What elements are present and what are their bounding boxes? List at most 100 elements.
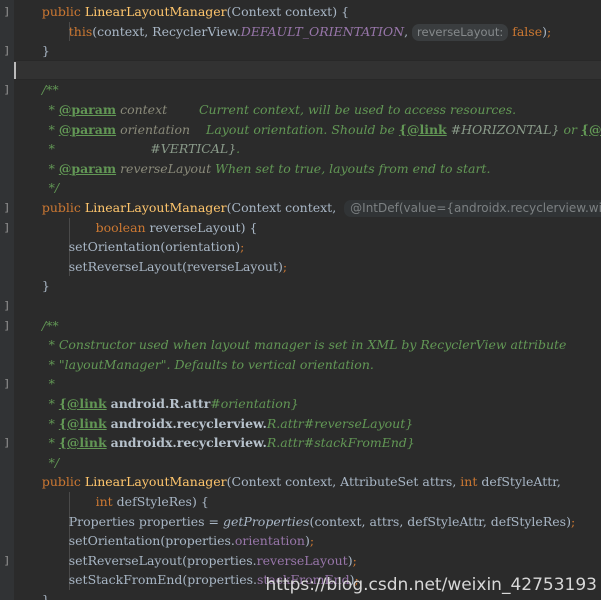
code-token: defStyleAttr [477, 474, 557, 490]
code-token: ; [570, 513, 576, 529]
code-token: } [41, 278, 50, 294]
code-token: LinearLayoutManager [84, 4, 227, 19]
code-line[interactable]: int defStyleRes) { [96, 492, 209, 512]
editor-gutter[interactable]: ]]]]]]]]]] [0, 0, 14, 600]
code-line[interactable]: setOrientation(properties.orientation); [69, 531, 314, 551]
code-token: ) [332, 4, 342, 19]
code-token: setOrientation [68, 239, 161, 255]
code-token: setReverseLayout [68, 258, 183, 274]
code-fold-marker[interactable]: ] [2, 45, 11, 56]
code-token: setStackFromEnd [68, 572, 183, 588]
code-line[interactable]: boolean reverseLayout) { [96, 218, 258, 238]
code-fold-marker[interactable]: ] [2, 555, 11, 566]
code-token: public [41, 4, 81, 19]
code-line[interactable]: public LinearLayoutManager(Context conte… [42, 2, 349, 22]
code-token: context [120, 102, 168, 117]
code-fold-marker[interactable]: ] [2, 437, 11, 448]
code-token: When set to true, layouts from end to st… [215, 160, 491, 176]
code-token: * [48, 160, 59, 176]
code-token: * Constructor used when layout manager i… [48, 337, 567, 353]
code-fold-marker[interactable]: ] [2, 84, 11, 95]
code-token: defStyleRes [112, 494, 192, 509]
code-token: ) [191, 494, 201, 509]
code-token: orientation [234, 533, 305, 549]
code-line[interactable]: * [49, 374, 55, 394]
inlay-hint[interactable]: reverseLayout: [412, 23, 509, 41]
code-token: public [41, 474, 81, 490]
code-line[interactable]: * Constructor used when layout manager i… [49, 335, 567, 355]
text-caret [14, 61, 16, 79]
code-fold-marker[interactable]: ] [2, 6, 11, 17]
code-token: reverseLayout [256, 552, 348, 568]
code-token: context, attrs, defStyleAttr, defStyleRe… [314, 513, 567, 529]
code-line[interactable]: public LinearLayoutManager(Context conte… [42, 198, 601, 218]
code-token: AttributeSet attrs [340, 474, 453, 490]
code-fold-marker[interactable]: ] [2, 300, 11, 311]
code-line[interactable]: * "layoutManager". Defaults to vertical … [49, 355, 374, 375]
code-token: ; [352, 552, 357, 568]
watermark-url: https://blog.csdn.net/weixin_42753193 [265, 575, 597, 595]
code-line[interactable]: } [42, 41, 50, 61]
code-line[interactable]: setReverseLayout(properties.reverseLayou… [69, 551, 357, 571]
code-line[interactable]: * #VERTICAL}. [49, 139, 241, 159]
code-line[interactable]: } [42, 590, 50, 600]
javadoc-tag: {@link [58, 415, 107, 431]
code-token: Context context [231, 474, 333, 490]
code-token: #orientation} [210, 396, 299, 411]
code-token: boolean [95, 219, 146, 235]
code-token: Context context [231, 4, 333, 19]
code-line[interactable]: */ [49, 178, 59, 198]
code-line[interactable]: } [42, 276, 50, 296]
inlay-hint[interactable]: @IntDef(value={androidx.recyclerview.wid… [344, 200, 601, 217]
code-token: R.attr [266, 415, 304, 431]
code-token: Context context [231, 200, 333, 215]
editor-text-area[interactable]: public LinearLayoutManager(Context conte… [14, 0, 601, 600]
code-line[interactable]: Properties properties = getProperties(co… [69, 512, 575, 532]
code-line[interactable]: /** [42, 80, 59, 100]
javadoc-tag: {@link [58, 396, 107, 411]
code-token: Layout orientation. Should be [206, 121, 399, 137]
javadoc-tag: {@link [580, 121, 601, 137]
code-line[interactable]: public LinearLayoutManager(Context conte… [42, 472, 561, 492]
code-token: * "layoutManager". Defaults to vertical … [48, 356, 374, 372]
code-line[interactable]: * {@link android.R.attr#orientation} [49, 394, 299, 414]
code-token: ; [240, 239, 245, 255]
code-token: LinearLayoutManager [84, 200, 227, 215]
code-line[interactable]: setReverseLayout(reverseLayout); [69, 257, 287, 277]
code-token: R.attr [266, 435, 304, 451]
code-token: , [556, 474, 561, 490]
code-token: false [512, 23, 543, 39]
javadoc-tag: {@link [398, 121, 447, 137]
code-token: getProperties [223, 513, 310, 529]
code-fold-marker[interactable]: ] [2, 320, 11, 331]
code-line[interactable]: * @param context Current context, will b… [49, 100, 517, 120]
code-token: or [559, 121, 581, 137]
code-fold-marker[interactable]: ] [2, 202, 11, 213]
code-token: androidx.recyclerview. [110, 415, 267, 431]
code-line[interactable]: this(context, RecyclerView.DEFAULT_ORIEN… [69, 22, 551, 42]
code-token: * [48, 435, 59, 451]
code-token: int [95, 494, 113, 509]
code-line[interactable]: * @param reverseLayout When set to true,… [49, 159, 491, 179]
code-line[interactable]: * {@link androidx.recyclerview.R.attr#st… [49, 433, 415, 453]
code-token: } [41, 592, 50, 600]
code-token: /** [41, 82, 59, 98]
code-token: ; [309, 533, 315, 549]
code-line[interactable]: * {@link androidx.recyclerview.R.attr#re… [49, 414, 414, 434]
code-token: * [48, 121, 59, 137]
javadoc-tag: {@link [58, 435, 107, 451]
code-token: { [341, 4, 350, 19]
code-token: properties. [165, 533, 235, 549]
code-fold-marker[interactable]: ] [2, 222, 11, 233]
code-line[interactable]: setOrientation(orientation); [69, 237, 245, 257]
code-line[interactable]: /** [42, 316, 59, 336]
code-token: * [48, 415, 59, 431]
code-token: { [200, 494, 209, 509]
code-fold-marker[interactable]: ] [2, 378, 11, 389]
code-token: androidx.recyclerview. [110, 435, 267, 451]
code-line[interactable]: */ [49, 453, 59, 473]
code-token: orientation [120, 121, 191, 137]
code-token: int [460, 474, 478, 490]
code-token: , [404, 23, 413, 39]
code-line[interactable]: * @param orientation Layout orientation.… [49, 120, 601, 140]
